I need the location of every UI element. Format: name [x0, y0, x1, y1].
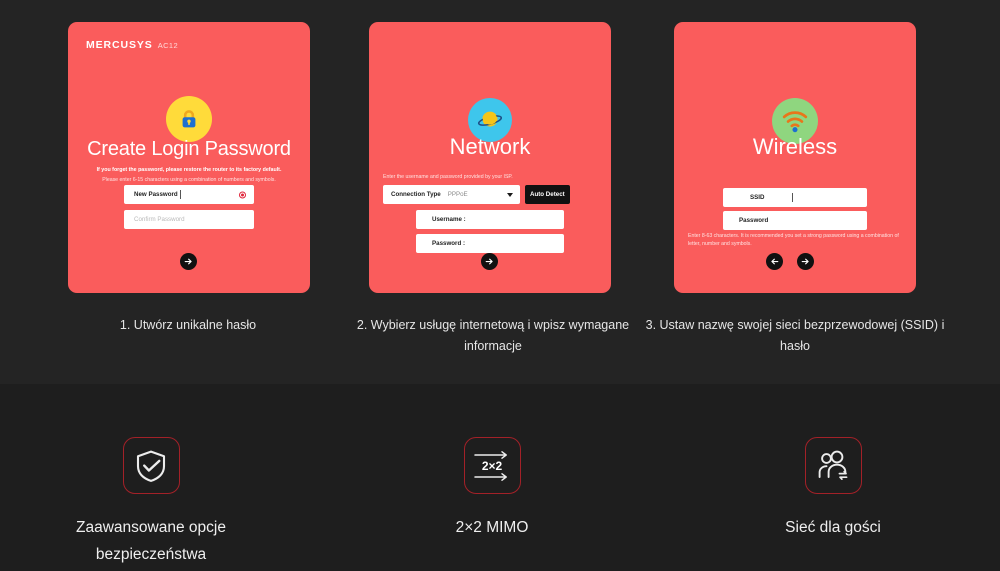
step-caption-3: 3. Ustaw nazwę swojej sieci bezprzewodow…	[645, 318, 945, 353]
clear-icon[interactable]	[239, 191, 246, 198]
auto-detect-button[interactable]: Auto Detect	[525, 185, 570, 204]
confirm-password-placeholder: Confirm Password	[134, 216, 185, 223]
next-arrow-icon[interactable]	[481, 253, 498, 270]
feature-guest-network: Sieć dla gości	[703, 437, 963, 541]
wireless-password-label: Password	[739, 217, 769, 224]
product-feature-page: MERCUSYS AC12 Create Login Password If y…	[0, 0, 1000, 571]
text-caret	[792, 193, 794, 202]
card-hint: Enter the username and password provided…	[383, 174, 513, 180]
password-field[interactable]: Password :	[416, 234, 564, 253]
shield-check-icon	[122, 437, 180, 494]
brand-name: MERCUSYS	[86, 39, 153, 51]
ssid-field[interactable]: SSID	[723, 188, 867, 207]
setup-card-create-password[interactable]: MERCUSYS AC12 Create Login Password If y…	[68, 22, 310, 293]
text-caret	[179, 190, 181, 199]
username-field[interactable]: Username :	[416, 210, 564, 229]
new-password-label: New Password	[134, 191, 178, 198]
next-arrow-icon[interactable]	[797, 253, 814, 270]
card-title: Network	[449, 134, 531, 159]
ssid-label: SSID	[750, 194, 765, 201]
svg-text:2×2: 2×2	[482, 459, 503, 473]
new-password-field[interactable]: New Password	[124, 185, 254, 204]
back-arrow-icon[interactable]	[766, 253, 783, 270]
setup-steps-section: MERCUSYS AC12 Create Login Password If y…	[0, 0, 1000, 384]
next-arrow-icon[interactable]	[180, 253, 197, 270]
setup-cards-row: MERCUSYS AC12 Create Login Password If y…	[0, 22, 1000, 293]
feature-label: Zaawansowane opcje bezpieczeństwa	[76, 519, 226, 563]
guest-users-icon	[804, 437, 862, 494]
feature-label: Sieć dla gości	[785, 519, 881, 536]
connection-type-label: Connection Type	[391, 191, 441, 198]
card-hint: Please enter 6-15 characters using a com…	[102, 177, 276, 183]
feature-label: 2×2 MIMO	[455, 519, 529, 536]
connection-type-select[interactable]: Connection Type PPPoE	[383, 185, 520, 204]
brand-lockup: MERCUSYS AC12	[86, 39, 178, 51]
card-title: Wireless	[752, 134, 838, 159]
step-caption-1: 1. Utwórz unikalne hasło	[119, 318, 257, 332]
step-caption-2: 2. Wybierz usługę internetową i wpisz wy…	[356, 318, 630, 353]
setup-card-wireless[interactable]: Wireless SSID Password Enter 8-63 charac…	[674, 22, 916, 293]
card-hint-bold: If you forget the password, please resto…	[96, 167, 282, 173]
setup-card-network[interactable]: Network Enter the username and password …	[369, 22, 611, 293]
feature-security: Zaawansowane opcje bezpieczeństwa	[21, 437, 281, 568]
connection-type-value: PPPoE	[447, 191, 468, 198]
padlock-icon	[166, 96, 212, 142]
features-section: Zaawansowane opcje bezpieczeństwa 2×2 2×…	[0, 384, 1000, 571]
card-title: Create Login Password	[87, 138, 291, 160]
card-hint: Enter 8-63 characters. It is recommended…	[688, 233, 899, 247]
password-label: Password :	[432, 240, 466, 247]
mimo-arrows-icon: 2×2	[463, 437, 521, 494]
brand-model: AC12	[157, 41, 179, 50]
feature-mimo: 2×2 2×2 MIMO	[362, 437, 622, 541]
chevron-down-icon[interactable]	[507, 192, 513, 197]
username-label: Username :	[432, 216, 466, 223]
confirm-password-field[interactable]: Confirm Password	[124, 210, 254, 229]
wireless-password-field[interactable]: Password	[723, 211, 867, 230]
